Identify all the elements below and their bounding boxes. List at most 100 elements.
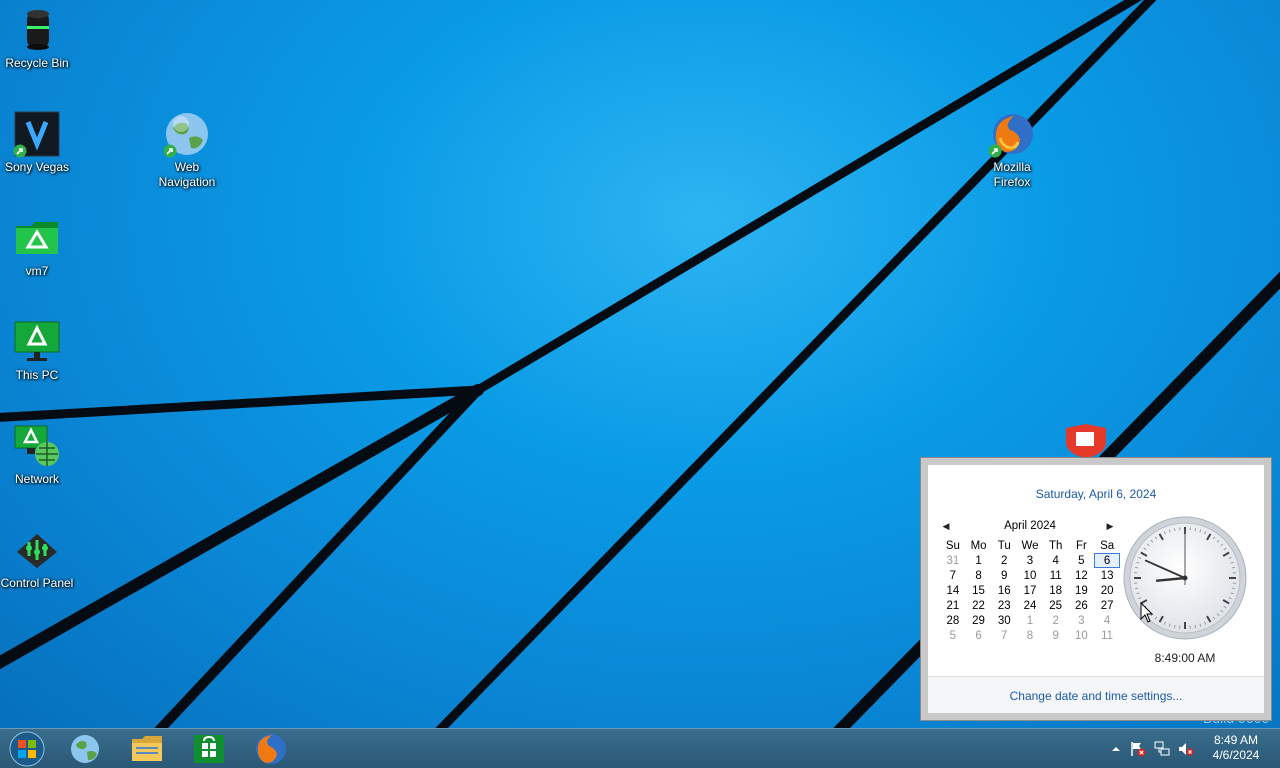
calendar-day[interactable]: 5: [1069, 553, 1095, 568]
security-shield-icon: [1066, 424, 1106, 458]
calendar-day[interactable]: 14: [940, 583, 966, 598]
desktop-icon-label: Sony Vegas: [4, 160, 70, 174]
taskbar: 8:49 AM 4/6/2024: [0, 728, 1280, 768]
calendar-day[interactable]: 4: [1094, 613, 1120, 628]
calendar-week-row: 21 22 23 24 25 26 27: [940, 598, 1120, 613]
calendar-day[interactable]: 23: [991, 598, 1017, 613]
shortcut-arrow-icon: [163, 144, 177, 158]
show-hidden-icons-arrow-icon[interactable]: [1108, 741, 1124, 757]
weekday-header: Mo: [970, 539, 987, 552]
desktop-icon-label: Web Navigation: [158, 160, 216, 189]
desktop-icon-vm7[interactable]: vm7: [0, 214, 74, 279]
calendar-day[interactable]: 20: [1094, 583, 1120, 598]
taskbar-store[interactable]: [182, 731, 236, 767]
next-month-arrow-icon[interactable]: ▶: [1104, 521, 1116, 535]
calendar-day[interactable]: 2: [991, 553, 1017, 568]
calendar-day[interactable]: 31: [940, 553, 966, 568]
calendar-day[interactable]: 9: [1043, 628, 1069, 643]
calendar-day[interactable]: 8: [966, 568, 992, 583]
globe-icon: [71, 735, 99, 763]
desktop-icon-recycle-bin[interactable]: Recycle Bin: [0, 6, 74, 71]
shortcut-arrow-icon: [13, 144, 27, 158]
clock-time: 8:49 AM: [1213, 733, 1259, 747]
calendar-grid: Su Mo Tu We Th Fr Sa 31 1 2 3 4 5 6 7 8 9 10 11 12 13 14 15 16…: [940, 538, 1120, 643]
calendar-day[interactable]: 5: [940, 628, 966, 643]
calendar-day[interactable]: 17: [1017, 583, 1043, 598]
calendar-day[interactable]: 19: [1069, 583, 1095, 598]
weekday-header: Fr: [1075, 539, 1087, 552]
calendar-day[interactable]: 8: [1017, 628, 1043, 643]
desktop-icon-label: vm7: [25, 264, 49, 278]
calendar-day[interactable]: 26: [1069, 598, 1095, 613]
calendar-day[interactable]: 29: [966, 613, 992, 628]
desktop-icon-sony-vegas[interactable]: Sony Vegas: [0, 110, 74, 175]
calendar-day[interactable]: 22: [966, 598, 992, 613]
sony-vegas-icon: [13, 110, 61, 158]
calendar-day-today[interactable]: 6: [1094, 553, 1120, 568]
weekday-header: Tu: [997, 539, 1011, 552]
calendar-day[interactable]: 6: [966, 628, 992, 643]
flyout-footer: Change date and time settings...: [928, 677, 1264, 713]
recycle-bin-icon: [13, 6, 61, 54]
calendar-day[interactable]: 27: [1094, 598, 1120, 613]
calendar-week-row: 31 1 2 3 4 5 6: [940, 553, 1120, 568]
start-button[interactable]: [0, 731, 54, 767]
digital-time: 8:49:00 AM: [1154, 651, 1216, 665]
calendar-day[interactable]: 11: [1043, 568, 1069, 583]
folder-icon: [132, 736, 162, 761]
long-date-link[interactable]: Saturday, April 6, 2024: [928, 487, 1264, 501]
calendar-day[interactable]: 15: [966, 583, 992, 598]
calendar-day[interactable]: 11: [1094, 628, 1120, 643]
folder-icon: [13, 214, 61, 262]
globe-icon: [163, 110, 211, 158]
calendar-day[interactable]: 3: [1017, 553, 1043, 568]
action-center-flag-icon[interactable]: [1130, 741, 1146, 757]
desktop-icon-control-panel[interactable]: Control Panel: [0, 526, 74, 591]
calendar-day[interactable]: 7: [940, 568, 966, 583]
calendar-day[interactable]: 25: [1043, 598, 1069, 613]
calendar-day[interactable]: 3: [1069, 613, 1095, 628]
calendar-week-row: 5 6 7 8 9 10 11: [940, 628, 1120, 643]
calendar-day[interactable]: 10: [1017, 568, 1043, 583]
flyout-panel: Saturday, April 6, 2024 ◀ April 2024 ▶ S…: [928, 465, 1264, 713]
windows-start-orb-icon: [9, 731, 45, 767]
calendar-day[interactable]: 12: [1069, 568, 1095, 583]
month-label[interactable]: April 2024: [1004, 520, 1056, 532]
desktop-icon-web-navigation[interactable]: Web Navigation: [150, 110, 224, 190]
calendar-day[interactable]: 1: [966, 553, 992, 568]
desktop-icon-network[interactable]: Network: [0, 422, 74, 487]
firefox-icon: [988, 110, 1036, 158]
calendar-day[interactable]: 21: [940, 598, 966, 613]
calendar-day[interactable]: 30: [991, 613, 1017, 628]
calendar-day[interactable]: 9: [991, 568, 1017, 583]
network-icon: [13, 422, 61, 470]
change-date-time-settings-link[interactable]: Change date and time settings...: [928, 689, 1264, 703]
calendar-day[interactable]: 24: [1017, 598, 1043, 613]
taskbar-internet-explorer[interactable]: [58, 731, 112, 767]
taskbar-clock[interactable]: 8:49 AM 4/6/2024: [1198, 733, 1274, 763]
calendar-day[interactable]: 16: [991, 583, 1017, 598]
weekday-header: Th: [1048, 539, 1063, 552]
calendar-day[interactable]: 13: [1094, 568, 1120, 583]
prev-month-arrow-icon[interactable]: ◀: [940, 521, 952, 535]
calendar-day[interactable]: 28: [940, 613, 966, 628]
calendar-day[interactable]: 7: [991, 628, 1017, 643]
desktop-icon-label: Network: [14, 472, 59, 486]
calendar-day[interactable]: 4: [1043, 553, 1069, 568]
shortcut-arrow-icon: [988, 144, 1002, 158]
taskbar-file-explorer[interactable]: [120, 731, 174, 767]
taskbar-firefox[interactable]: [244, 731, 298, 767]
calendar-day[interactable]: 2: [1043, 613, 1069, 628]
firefox-icon: [256, 734, 286, 764]
calendar-day[interactable]: 1: [1017, 613, 1043, 628]
desktop-icon-mozilla-firefox[interactable]: Mozilla Firefox: [975, 110, 1049, 190]
calendar-day[interactable]: 10: [1069, 628, 1095, 643]
date-time-flyout: Saturday, April 6, 2024 ◀ April 2024 ▶ S…: [920, 457, 1272, 721]
volume-muted-icon[interactable]: [1178, 741, 1194, 757]
calendar-week-row: 7 8 9 10 11 12 13: [940, 568, 1120, 583]
network-status-icon[interactable]: [1154, 741, 1170, 757]
desktop-icon-this-pc[interactable]: This PC: [0, 318, 74, 383]
weekday-header: Sa: [1100, 539, 1115, 552]
calendar: ◀ April 2024 ▶ Su Mo Tu We Th Fr Sa 31 1 2 3 4 5 6 7 8…: [940, 520, 1120, 643]
calendar-day[interactable]: 18: [1043, 583, 1069, 598]
